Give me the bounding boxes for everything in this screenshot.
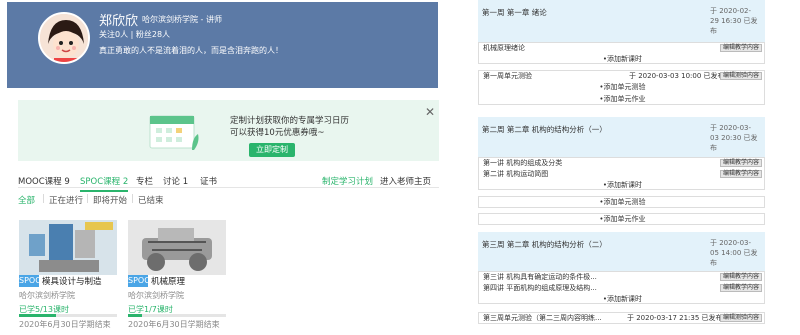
- lesson-title[interactable]: 第一讲 机构的组成及分类: [483, 159, 562, 168]
- test-publish-date: 于 2020-03-17 21:35 已发布: [627, 314, 723, 322]
- chapter-title: 第三周 第二章 机构的结构分析（二）: [482, 240, 607, 249]
- course-progress-bar: [19, 314, 117, 317]
- avatar[interactable]: [38, 12, 90, 64]
- filter-separator: |: [86, 194, 89, 204]
- chapter-header: 第一周 第一章 绪论 于 2020-02- 29 16:30 已发布: [478, 0, 765, 46]
- add-homework-row: •添加单元作业: [478, 213, 765, 225]
- add-homework-link[interactable]: •添加单元作业: [479, 215, 766, 224]
- teacher-motto: 真正勇敢的人不是流着泪的人，而是含泪奔跑的人！: [99, 46, 283, 55]
- tab-spoc[interactable]: SPOC课程 2: [80, 175, 129, 192]
- tab-certificate[interactable]: 证书: [200, 175, 217, 187]
- test-publish-date: 于 2020-03-03 10:00 已发布: [629, 72, 725, 80]
- add-test-row: •添加单元测验: [478, 196, 765, 208]
- teacher-profile-header: 郑欣欣 哈尔滨剑桥学院 - 讲师 关注0人 | 粉丝28人 真正勇敢的人不是流着…: [7, 2, 438, 88]
- filter-upcoming[interactable]: 即将开始: [93, 194, 127, 206]
- test-block: 第一周单元测验 于 2020-03-03 10:00 已发布 编辑测验内容 •添…: [478, 70, 765, 105]
- course-title[interactable]: 模具设计与制造: [42, 275, 102, 287]
- edit-content-button[interactable]: 编辑教学内容: [719, 273, 762, 281]
- teacher-school-role: 哈尔滨剑桥学院 - 讲师: [142, 15, 222, 24]
- course-tabs: MOOC课程 9 SPOC课程 2 专栏 讨论 1 证书 制定学习计划 进入老师…: [18, 175, 439, 192]
- course-end-date: 2020年6月30日学期结束: [19, 320, 111, 329]
- filter-separator: |: [42, 194, 45, 204]
- edit-content-button[interactable]: 编辑教学内容: [719, 44, 762, 52]
- banner-line-2: 可以获得10元优惠券哦~: [230, 128, 325, 138]
- filter-ended[interactable]: 已结束: [138, 194, 164, 206]
- follow-stats[interactable]: 关注0人 | 粉丝28人: [99, 29, 170, 40]
- add-lesson-link[interactable]: •添加新课时: [479, 295, 766, 304]
- add-test-link[interactable]: •添加单元测验: [479, 198, 766, 207]
- chapter-publish-date: 于 2020-03- 03 20:30 已发布: [710, 124, 758, 152]
- edit-content-button[interactable]: 编辑教学内容: [719, 284, 762, 292]
- course-school: 哈尔滨剑桥学院: [19, 291, 75, 300]
- course-card[interactable]: SPOC 机械原理 哈尔滨剑桥学院 已学1/7课时 2020年6月30日学期结束: [128, 220, 226, 335]
- progress-fill: [19, 314, 57, 317]
- spoc-badge: SPOC: [19, 275, 41, 287]
- add-lesson-link[interactable]: •添加新课时: [479, 181, 766, 190]
- edit-test-button[interactable]: 编辑测验内容: [719, 314, 762, 322]
- customize-now-button[interactable]: 立即定制: [249, 143, 295, 157]
- study-plan-banner: 定制计划获取你的专属学习日历 可以获得10元优惠券哦~ 立即定制 ✕: [18, 100, 439, 161]
- course-cover-image[interactable]: [19, 220, 117, 275]
- add-test-link[interactable]: •添加单元测验: [479, 83, 766, 92]
- course-cover-image[interactable]: [128, 220, 226, 275]
- banner-line-1: 定制计划获取你的专属学习日历: [230, 116, 350, 126]
- progress-fill: [128, 314, 142, 317]
- edit-test-button[interactable]: 编辑测验内容: [719, 72, 762, 80]
- test-title[interactable]: 第三周单元测验（第二三周内容明练...: [483, 314, 602, 323]
- tab-mooc[interactable]: MOOC课程 9: [18, 175, 70, 187]
- lesson-title[interactable]: 第二讲 机构运动简图: [483, 170, 548, 179]
- chapter-title: 第二周 第二章 机构的结构分析（一）: [482, 125, 607, 134]
- make-study-plan-link[interactable]: 制定学习计划: [322, 175, 373, 187]
- teacher-home-link[interactable]: 进入老师主页: [380, 175, 431, 187]
- close-icon[interactable]: ✕: [425, 105, 435, 119]
- tab-column[interactable]: 专栏: [136, 175, 153, 187]
- tabs-divider: [18, 187, 439, 188]
- tab-discuss[interactable]: 讨论 1: [163, 175, 188, 187]
- chapter-title: 第一周 第一章 绪论: [482, 8, 547, 17]
- calendar-illustration: [149, 115, 199, 150]
- filter-separator: |: [131, 194, 134, 204]
- chapter-publish-date: 于 2020-03- 05 14:00 已发布: [710, 239, 758, 267]
- lesson-block: 第一讲 机构的组成及分类 编辑教学内容 第二讲 机构运动简图 编辑教学内容 •添…: [478, 157, 765, 190]
- test-row: 第三周单元测验（第二三周内容明练... 于 2020-03-17 21:35 已…: [478, 312, 765, 324]
- filter-ongoing[interactable]: 正在进行: [49, 194, 83, 206]
- course-school: 哈尔滨剑桥学院: [128, 291, 184, 300]
- lesson-title[interactable]: 机械原理绪论: [483, 44, 525, 53]
- lesson-title[interactable]: 第四讲 平面机构的组成原理及结构...: [483, 284, 597, 293]
- add-lesson-link[interactable]: •添加新课时: [479, 55, 766, 64]
- course-title[interactable]: 机械原理: [151, 275, 185, 287]
- test-title[interactable]: 第一周单元测验: [483, 72, 532, 81]
- course-progress-bar: [128, 314, 226, 317]
- chapter-publish-date: 于 2020-02- 29 16:30 已发布: [710, 7, 758, 35]
- edit-content-button[interactable]: 编辑教学内容: [719, 170, 762, 178]
- lesson-title[interactable]: 第三讲 机构具有确定运动的条件极...: [483, 273, 597, 282]
- edit-content-button[interactable]: 编辑教学内容: [719, 159, 762, 167]
- left-panel: 郑欣欣 哈尔滨剑桥学院 - 讲师 关注0人 | 粉丝28人 真正勇敢的人不是流着…: [0, 0, 441, 335]
- filter-all[interactable]: 全部: [18, 194, 35, 206]
- course-card[interactable]: SPOC 模具设计与制造 哈尔滨剑桥学院 已学5/13课时 2020年6月30日…: [19, 220, 117, 335]
- add-homework-link[interactable]: •添加单元作业: [479, 95, 766, 104]
- lesson-block: 第三讲 机构具有确定运动的条件极... 编辑教学内容 第四讲 平面机构的组成原理…: [478, 271, 765, 304]
- course-end-date: 2020年6月30日学期结束: [128, 320, 220, 329]
- lesson-block: 机械原理绪论 编辑教学内容 •添加新课时: [478, 42, 765, 64]
- course-schedule-panel: 第一周 第一章 绪论 于 2020-02- 29 16:30 已发布 机械原理绪论…: [478, 0, 800, 335]
- teacher-name: 郑欣欣: [99, 14, 139, 29]
- spoc-badge: SPOC: [128, 275, 150, 287]
